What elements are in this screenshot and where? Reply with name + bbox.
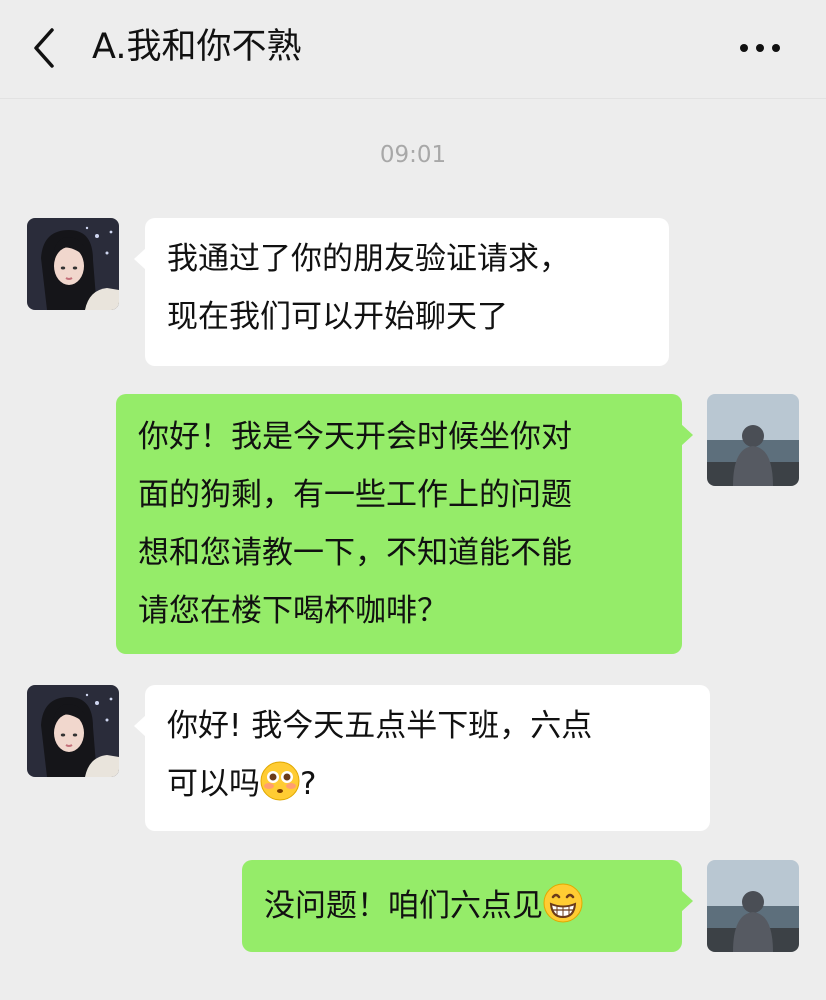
flushed-face-emoji [260,761,300,801]
grinning-face-emoji [543,883,583,923]
contact-avatar[interactable] [27,218,119,310]
message-text-line: 想和您请教一下，不知道能不能 [138,535,572,571]
back-button[interactable] [26,26,66,70]
more-button[interactable] [738,36,782,60]
message-text-line: 你好！我是今天开会时候坐你对 [138,419,572,455]
user-avatar[interactable] [707,394,799,486]
message-text-line: 你好! 我今天五点半下班，六点 [167,708,593,744]
message-text-line: 现在我们可以开始聊天了 [167,299,508,335]
message-bubble-incoming[interactable]: 我通过了你的朋友验证请求， 现在我们可以开始聊天了 [134,218,669,366]
message-text-line: 请您在楼下喝杯咖啡？ [138,593,448,629]
message-text-line: 可以吗? [167,755,690,813]
girl-portrait-icon [27,685,119,777]
message-text: 没问题！咱们六点见 [264,888,543,924]
chevron-left-icon [34,28,54,68]
message-bubble-outgoing[interactable]: 你好！我是今天开会时候坐你对 面的狗剩，有一些工作上的问题 想和您请教一下，不知… [116,394,693,654]
chat-title: A.我和你不熟 [92,27,302,67]
more-dots-icon [740,44,780,52]
message-text: ? [300,766,317,802]
contact-avatar[interactable] [27,685,119,777]
message-text-line: 面的狗剩，有一些工作上的问题 [138,477,572,513]
message-text-line: 我通过了你的朋友验证请求， [167,241,570,277]
hooded-figure-sea-icon [707,860,799,952]
message-timestamp: 09:01 [379,142,447,168]
message-text-line: 没问题！咱们六点见 [264,877,662,935]
message-bubble-incoming[interactable]: 你好! 我今天五点半下班，六点 可以吗? [134,685,710,831]
chat-header: A.我和你不熟 [0,0,826,99]
message-bubble-outgoing[interactable]: 没问题！咱们六点见 [242,860,693,952]
message-text: 可以吗 [167,766,260,802]
girl-portrait-icon [27,218,119,310]
hooded-figure-sea-icon [707,394,799,486]
user-avatar[interactable] [707,860,799,952]
